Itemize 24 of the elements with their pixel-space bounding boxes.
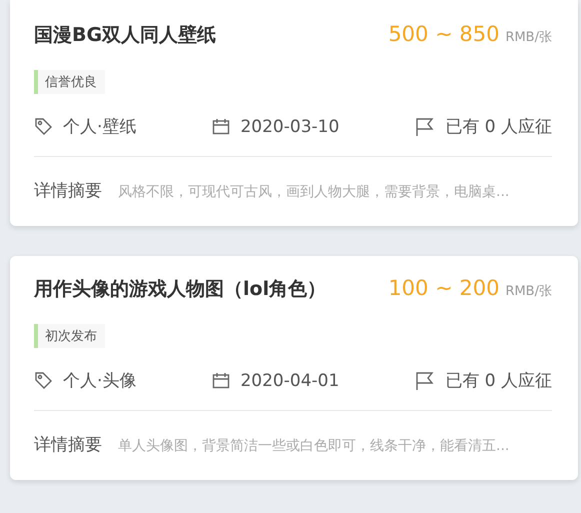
job-title[interactable]: 国漫BG双人同人壁纸 bbox=[34, 22, 216, 48]
tag-icon bbox=[34, 117, 53, 136]
flag-icon bbox=[415, 116, 436, 136]
summary-label: 详情摘要 bbox=[34, 180, 102, 202]
calendar-icon bbox=[212, 372, 230, 389]
job-title[interactable]: 用作头像的游戏人物图（lol角色） bbox=[34, 276, 326, 302]
price-range: 500 ~ 850 bbox=[388, 22, 500, 46]
summary-text: 单人头像图，背景简洁一些或白色即可，线条干净，能看清五... bbox=[118, 437, 510, 455]
price-unit: RMB/张 bbox=[505, 284, 552, 299]
category-text: 个人·壁纸 bbox=[63, 116, 136, 138]
date-text: 2020-03-10 bbox=[240, 116, 340, 136]
applicants-count: 已有 0 人应征 bbox=[445, 370, 552, 392]
applicants-count: 已有 0 人应征 bbox=[445, 116, 552, 138]
category-text: 个人·头像 bbox=[63, 370, 136, 392]
price-unit: RMB/张 bbox=[505, 30, 552, 45]
price-range: 100 ~ 200 bbox=[388, 276, 500, 300]
tag-icon bbox=[34, 371, 53, 390]
date-text: 2020-04-01 bbox=[240, 370, 340, 390]
calendar-icon bbox=[212, 118, 230, 135]
status-tag: 初次发布 bbox=[34, 324, 105, 348]
summary-label: 详情摘要 bbox=[34, 434, 102, 456]
summary-text: 风格不限，可现代可古风，画到人物大腿，需要背景，电脑桌... bbox=[118, 183, 510, 201]
flag-icon bbox=[415, 370, 436, 390]
status-tag: 信誉优良 bbox=[34, 70, 105, 94]
